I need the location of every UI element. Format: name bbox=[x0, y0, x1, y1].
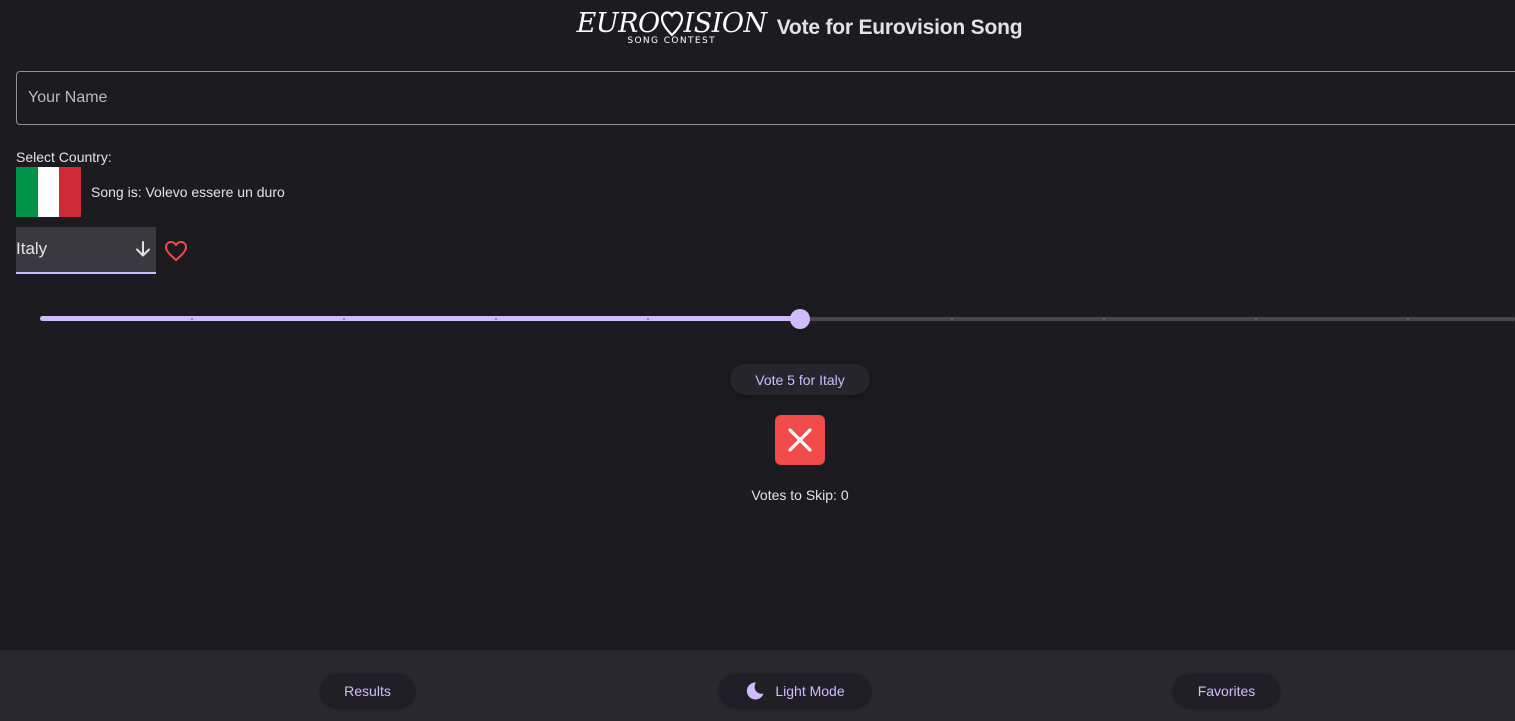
favorites-button[interactable]: Favorites bbox=[1173, 674, 1280, 707]
page-title: Vote for Eurovision Song bbox=[776, 16, 1023, 39]
heart-outline-icon[interactable] bbox=[164, 240, 188, 262]
header: EURO ISION SONG CONTEST Vote for Eurovis… bbox=[0, 6, 1515, 50]
song-text: Song is: Volevo essere un duro bbox=[91, 184, 285, 200]
name-field bbox=[16, 71, 1515, 125]
vote-button[interactable]: Vote 5 for Italy bbox=[730, 364, 870, 395]
country-select[interactable]: Italy bbox=[16, 227, 156, 274]
points-slider[interactable] bbox=[40, 308, 1515, 330]
results-button[interactable]: Results bbox=[320, 674, 415, 707]
slider-tick bbox=[1255, 318, 1257, 320]
light-mode-label: Light Mode bbox=[775, 682, 845, 699]
vote-page: EURO ISION SONG CONTEST Vote for Eurovis… bbox=[0, 0, 1515, 721]
skip-button[interactable] bbox=[775, 415, 825, 465]
flag-stripe-white bbox=[37, 167, 60, 217]
flag-stripe-green bbox=[16, 167, 38, 217]
close-icon bbox=[788, 428, 812, 452]
slider-tick bbox=[343, 318, 345, 320]
slider-tick bbox=[191, 318, 193, 320]
slider-tick bbox=[1407, 318, 1409, 320]
eurovision-logo: EURO ISION SONG CONTEST bbox=[576, 8, 768, 47]
slider-tick bbox=[1103, 318, 1105, 320]
slider-fill bbox=[40, 316, 800, 321]
slider-tick bbox=[951, 318, 953, 320]
flag-stripe-red bbox=[59, 167, 82, 217]
logo-heart-icon bbox=[660, 11, 683, 37]
country-select-value: Italy bbox=[16, 238, 48, 258]
bottom-nav-bar: Results Light Mode Favorites bbox=[0, 650, 1515, 721]
votes-to-skip: Votes to Skip: 0 bbox=[751, 487, 849, 503]
slider-tick bbox=[495, 318, 497, 320]
slider-tick bbox=[647, 318, 649, 320]
slider-thumb[interactable] bbox=[790, 309, 810, 329]
select-country-label: Select Country: bbox=[16, 149, 112, 165]
name-input[interactable] bbox=[17, 72, 1515, 124]
moon-icon bbox=[747, 681, 764, 699]
arrow-down-icon bbox=[136, 240, 150, 256]
country-flag bbox=[16, 167, 82, 217]
light-mode-button[interactable]: Light Mode bbox=[719, 674, 871, 707]
